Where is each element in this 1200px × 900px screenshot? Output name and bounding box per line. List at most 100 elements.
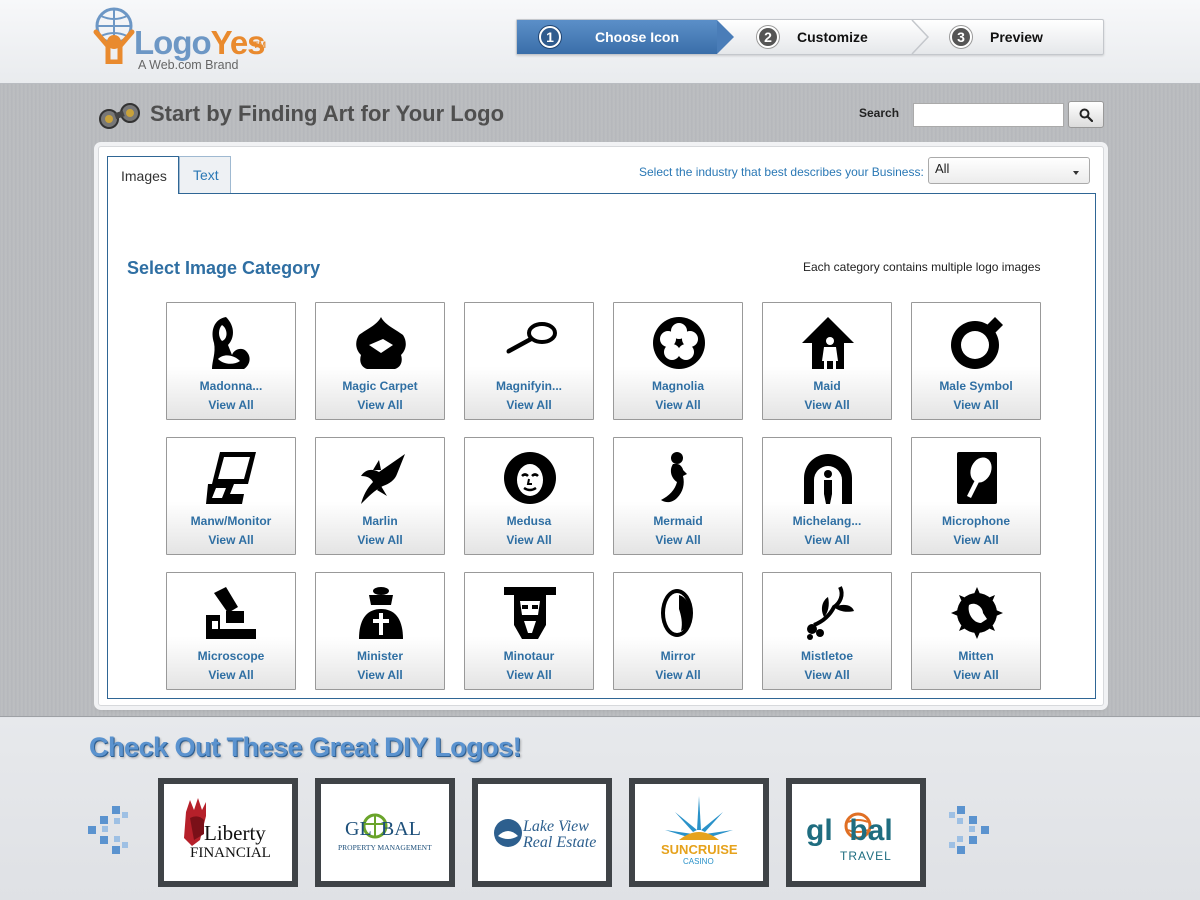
tab-images[interactable]: Images — [107, 156, 179, 194]
category-card[interactable]: Microphone View All — [911, 437, 1041, 555]
view-all-link[interactable]: View All — [465, 398, 593, 412]
marlin-icon — [361, 454, 405, 504]
category-card[interactable]: Magnifyin... View All — [464, 302, 594, 420]
category-name: Microscope — [197, 649, 265, 663]
category-card[interactable]: Medusa View All — [464, 437, 594, 555]
diy-logo-global-property[interactable]: GL BAL PROPERTY MANAGEMENT — [315, 778, 455, 887]
view-all-link[interactable]: View All — [614, 668, 742, 682]
category-name: Marlin — [362, 514, 398, 528]
view-all-link[interactable]: View All — [763, 533, 891, 547]
carousel-next-arrow-icon[interactable] — [947, 806, 989, 854]
magic-carpet-icon — [356, 317, 406, 369]
view-all-link[interactable]: View All — [167, 533, 295, 547]
logo-text-primary: SUNCRUISE — [661, 842, 738, 857]
minotaur-icon — [504, 587, 556, 639]
logo-text-secondary: TRAVEL — [840, 849, 892, 863]
category-name: Medusa — [506, 514, 552, 528]
view-all-link[interactable]: View All — [614, 533, 742, 547]
diy-logo-lake-view[interactable]: Lake View Real Estate — [472, 778, 612, 887]
category-title: Select Image Category — [127, 258, 321, 278]
category-card[interactable]: Maid View All — [762, 302, 892, 420]
category-name: Mirror — [660, 649, 696, 663]
category-card[interactable]: Michelang... View All — [762, 437, 892, 555]
search-input[interactable] — [913, 103, 1064, 127]
logoyes-logo[interactable]: LogoYes TM A Web.com Brand — [92, 6, 282, 76]
chevron-down-icon — [1073, 171, 1079, 175]
logo-text-secondary: Real Estate — [522, 834, 596, 851]
step-number: 3 — [950, 26, 972, 48]
logo-trademark: TM — [253, 40, 266, 50]
mirror-icon — [661, 589, 693, 637]
male-symbol-icon — [951, 317, 1003, 369]
page-title: Start by Finding Art for Your Logo — [150, 101, 505, 126]
logo-text-secondary: CASINO — [683, 857, 714, 866]
logo-text-primary: GL BAL — [345, 818, 421, 840]
category-name: Madonna... — [199, 379, 263, 393]
industry-label: Select the industry that best describes … — [639, 165, 924, 179]
madonna-icon — [212, 317, 250, 369]
diy-title: Check Out These Great DIY Logos! — [89, 732, 522, 762]
step-separator-icon — [911, 20, 930, 54]
category-card[interactable]: Minotaur View All — [464, 572, 594, 690]
logo-text-secondary: PROPERTY MANAGEMENT — [338, 843, 432, 852]
view-all-link[interactable]: View All — [316, 398, 444, 412]
microphone-icon — [957, 452, 997, 504]
diy-logo-global-travel[interactable]: gl bal TRAVEL — [786, 778, 926, 887]
view-all-link[interactable]: View All — [763, 398, 891, 412]
category-card[interactable]: Mermaid View All — [613, 437, 743, 555]
magnifying-glass-icon — [506, 322, 557, 354]
view-all-link[interactable]: View All — [912, 398, 1040, 412]
step-preview[interactable]: 3 Preview — [950, 20, 1043, 54]
view-all-link[interactable]: View All — [465, 668, 593, 682]
view-all-link[interactable]: View All — [316, 533, 444, 547]
view-all-link[interactable]: View All — [614, 398, 742, 412]
logo-globe-person-icon — [93, 7, 135, 64]
category-card[interactable]: Manw/Monitor View All — [166, 437, 296, 555]
step-number: 2 — [757, 26, 779, 48]
category-card[interactable]: Microscope View All — [166, 572, 296, 690]
view-all-link[interactable]: View All — [763, 668, 891, 682]
category-card[interactable]: Mitten View All — [911, 572, 1041, 690]
logo-text-primary: gl bal — [806, 814, 893, 847]
tab-text[interactable]: Text — [179, 156, 231, 193]
category-card[interactable]: Marlin View All — [315, 437, 445, 555]
category-name: Minotaur — [503, 649, 555, 663]
michelangelo-icon — [804, 454, 852, 504]
carousel-prev-arrow-icon[interactable] — [88, 806, 130, 854]
step-label: Choose Icon — [595, 29, 680, 45]
view-all-link[interactable]: View All — [167, 668, 295, 682]
view-all-link[interactable]: View All — [167, 398, 295, 412]
category-card[interactable]: Magic Carpet View All — [315, 302, 445, 420]
search-button[interactable] — [1068, 101, 1104, 128]
category-name: Magnolia — [651, 379, 704, 393]
step-label: Preview — [990, 29, 1043, 45]
search-label: Search — [859, 106, 900, 120]
category-name: Male Symbol — [939, 379, 1013, 393]
header: LogoYes TM A Web.com Brand 1 Choose Icon… — [0, 0, 1200, 84]
view-all-link[interactable]: View All — [912, 668, 1040, 682]
view-all-link[interactable]: View All — [316, 668, 444, 682]
step-customize[interactable]: 2 Customize — [757, 20, 868, 54]
category-card[interactable]: Magnolia View All — [613, 302, 743, 420]
mermaid-icon — [661, 452, 687, 503]
wizard-steps: 1 Choose Icon 2 Customize 3 Preview — [516, 19, 1104, 55]
category-name: Minister — [356, 649, 403, 663]
minister-icon — [359, 587, 403, 639]
category-card[interactable]: Minister View All — [315, 572, 445, 690]
category-card[interactable]: Male Symbol View All — [911, 302, 1041, 420]
medusa-icon — [504, 452, 556, 504]
industry-select[interactable]: All — [928, 157, 1090, 184]
category-name: Manw/Monitor — [190, 514, 272, 528]
category-name: Maid — [813, 379, 841, 393]
step-choose-icon[interactable]: 1 Choose Icon — [517, 20, 734, 54]
diy-logo-suncruise-casino[interactable]: SUNCRUISE CASINO — [629, 778, 769, 887]
view-all-link[interactable]: View All — [912, 533, 1040, 547]
category-card[interactable]: Mirror View All — [613, 572, 743, 690]
logo-wordmark: LogoYes — [134, 24, 266, 61]
category-name: Michelang... — [792, 514, 862, 528]
maid-icon — [802, 317, 854, 369]
view-all-link[interactable]: View All — [465, 533, 593, 547]
category-card[interactable]: Madonna... View All — [166, 302, 296, 420]
diy-logo-liberty-financial[interactable]: Liberty FINANCIAL — [158, 778, 298, 887]
category-card[interactable]: Mistletoe View All — [762, 572, 892, 690]
